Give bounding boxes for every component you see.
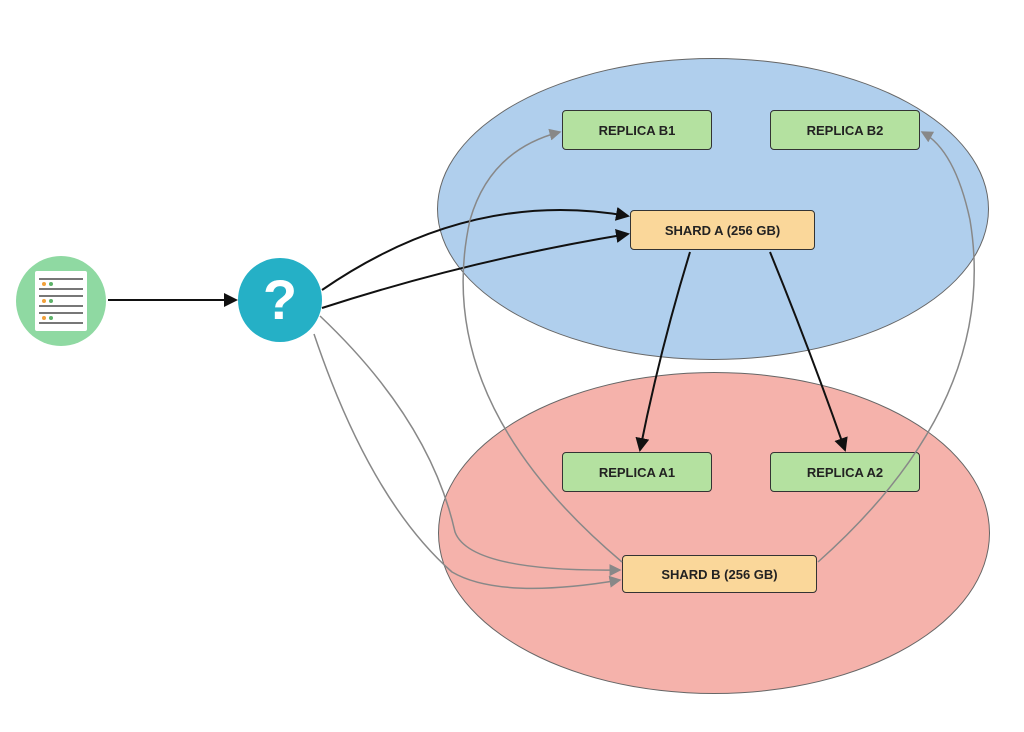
- node-circle: [16, 256, 106, 346]
- region-b-ellipse: [438, 372, 990, 694]
- region-a-ellipse: [437, 58, 989, 360]
- node-label: 1 TB NODE: [18, 350, 108, 366]
- replica-a2-box: REPLICA A2: [770, 452, 920, 492]
- server-icon: [35, 271, 87, 331]
- question-mark-icon: ?: [263, 272, 297, 328]
- diagram-canvas: MACHINE A MACHINE B SHARD A (256 GB) REP…: [0, 0, 1024, 732]
- replica-b2-box: REPLICA B2: [770, 110, 920, 150]
- shard-b-box: SHARD B (256 GB): [622, 555, 817, 593]
- machine-a-label: MACHINE A: [652, 40, 772, 56]
- orchestrator-circle: ?: [238, 258, 322, 342]
- replica-a1-box: REPLICA A1: [562, 452, 712, 492]
- machine-b-label: MACHINE B: [652, 695, 772, 711]
- orchestrator-label: ORCHESTRATOR: [218, 348, 348, 364]
- shard-a-box: SHARD A (256 GB): [630, 210, 815, 250]
- replica-b1-box: REPLICA B1: [562, 110, 712, 150]
